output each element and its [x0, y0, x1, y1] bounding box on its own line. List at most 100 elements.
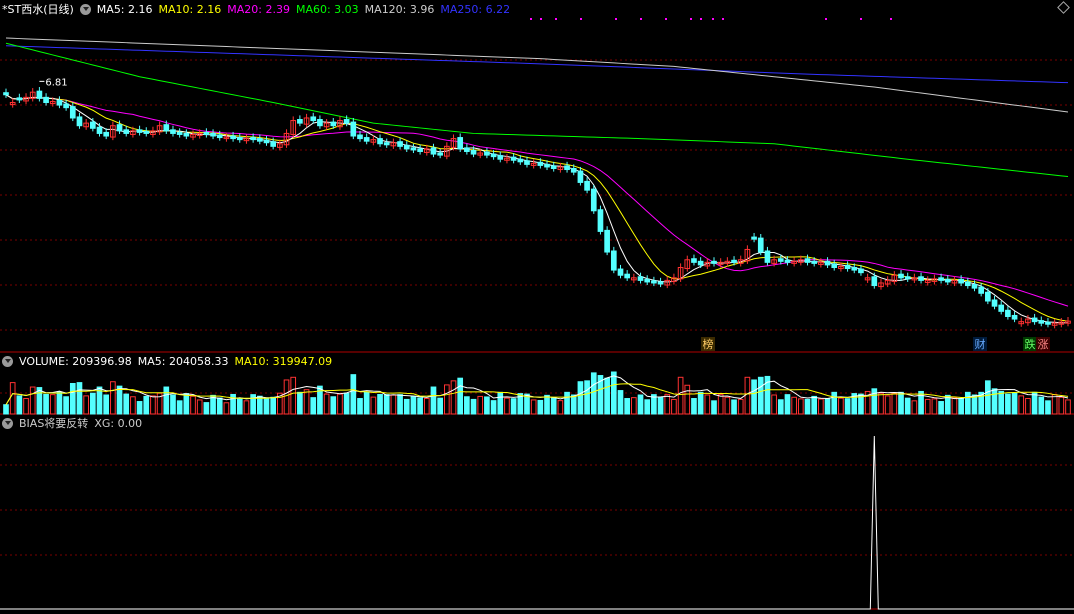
candle-body: [16, 97, 23, 101]
candle-body: [437, 152, 443, 156]
volume-bar: [9, 382, 16, 415]
volume-bar: [998, 390, 1005, 415]
signal-dot: [540, 18, 542, 20]
volume-bar: [377, 393, 383, 415]
volume-bar: [170, 394, 176, 415]
volume-bar: [904, 397, 911, 415]
candle-body: [36, 90, 43, 99]
volume-bar: [410, 395, 417, 415]
volume-bar: [243, 400, 250, 415]
volume-bar: [951, 397, 958, 415]
stock-title[interactable]: *ST西水(日线): [2, 3, 74, 16]
candle-body: [343, 119, 350, 124]
volume-bar: [163, 386, 170, 415]
volume-bar: [677, 376, 684, 415]
volume-bar: [457, 377, 464, 415]
candle-body: [938, 277, 944, 281]
volume-bar: [731, 399, 737, 415]
volume-bar: [1011, 392, 1018, 415]
volume-bar: [784, 394, 791, 415]
settings-dropdown-icon[interactable]: [79, 4, 91, 15]
candle-body: [457, 137, 464, 150]
volume-bar: [604, 377, 610, 415]
candle-body: [524, 160, 530, 165]
volume-bar: [357, 398, 363, 415]
candle-body: [731, 259, 737, 263]
candle-body: [777, 258, 784, 262]
volume-bar: [1038, 396, 1045, 415]
candle-body: [3, 92, 9, 96]
volume-bar: [423, 398, 430, 415]
volume-bar: [270, 396, 277, 415]
signal-dot: [555, 18, 557, 20]
volume-bar: [390, 394, 397, 415]
event-marker-1: 财: [975, 337, 986, 351]
volume-bar: [484, 396, 490, 415]
candle-body: [163, 124, 170, 132]
volume-bar: [183, 393, 190, 415]
volume-bar: [537, 399, 544, 415]
candle-body: [570, 168, 577, 173]
candle-body: [317, 119, 323, 127]
candle-body: [123, 129, 130, 134]
ma5-label: MA5: 2.16: [96, 3, 153, 16]
candle-body: [644, 278, 651, 283]
candle-body: [363, 137, 370, 142]
candle-body: [604, 229, 610, 253]
volume-bar: [898, 391, 904, 415]
candle-body: [958, 278, 964, 284]
volume-ma5-label: MA5: 204058.33: [137, 355, 229, 368]
volume-bar: [958, 398, 964, 415]
bias-signal-line: [0, 435, 1074, 610]
volume-bar: [644, 399, 651, 415]
candle-body: [510, 156, 517, 161]
candle-body: [624, 273, 631, 279]
volume-bar: [370, 396, 377, 415]
candle-body: [904, 276, 911, 280]
volume-bar: [838, 397, 844, 415]
candle-body: [250, 137, 256, 141]
candle-body: [236, 137, 243, 141]
volume-bar: [383, 394, 390, 415]
volume-bar: [136, 401, 143, 415]
volume-bar: [884, 395, 891, 415]
volume-bar: [110, 381, 116, 415]
candle-body: [310, 116, 317, 122]
ma250-line: [5, 45, 1069, 84]
volume-bar: [771, 394, 777, 415]
volume-bar: [624, 398, 631, 415]
volume-bar: [56, 391, 63, 415]
candle-body: [330, 121, 337, 127]
candle-body: [871, 276, 878, 287]
candle-body: [851, 267, 858, 271]
volume-bar: [1031, 391, 1038, 415]
volume-bar: [664, 394, 671, 415]
signal-dot: [890, 18, 892, 20]
bias-dropdown-icon[interactable]: [2, 418, 13, 429]
candle-body: [991, 299, 998, 307]
volume-bar: [577, 381, 584, 415]
volume-bar: [504, 397, 510, 415]
candle-body: [403, 144, 410, 150]
volume-bar: [263, 398, 270, 415]
volume-bar: [744, 376, 751, 415]
candle-body: [1031, 317, 1038, 323]
candle-body: [978, 286, 985, 294]
candle-body: [1038, 320, 1045, 324]
volume-bar: [557, 400, 564, 415]
volume-ma10-label: MA10: 319947.09: [234, 355, 333, 368]
ma10-label: MA10: 2.16: [158, 3, 222, 16]
volume-bar: [89, 392, 96, 415]
candle-body: [971, 284, 978, 289]
signal-dot: [722, 18, 724, 20]
volume-bar: [29, 386, 36, 415]
volume-bar: [570, 394, 577, 415]
volume-header: VOLUME: 209396.98 MA5: 204058.33 MA10: 319…: [2, 354, 338, 370]
volume-bar: [490, 400, 497, 415]
volume-bar: [477, 395, 484, 415]
bias-xg-label: XG: 0.00: [94, 417, 143, 430]
volume-bar: [297, 391, 303, 415]
volume-bar: [190, 395, 196, 415]
volume-dropdown-icon[interactable]: [2, 356, 13, 367]
volume-bar: [397, 394, 403, 415]
